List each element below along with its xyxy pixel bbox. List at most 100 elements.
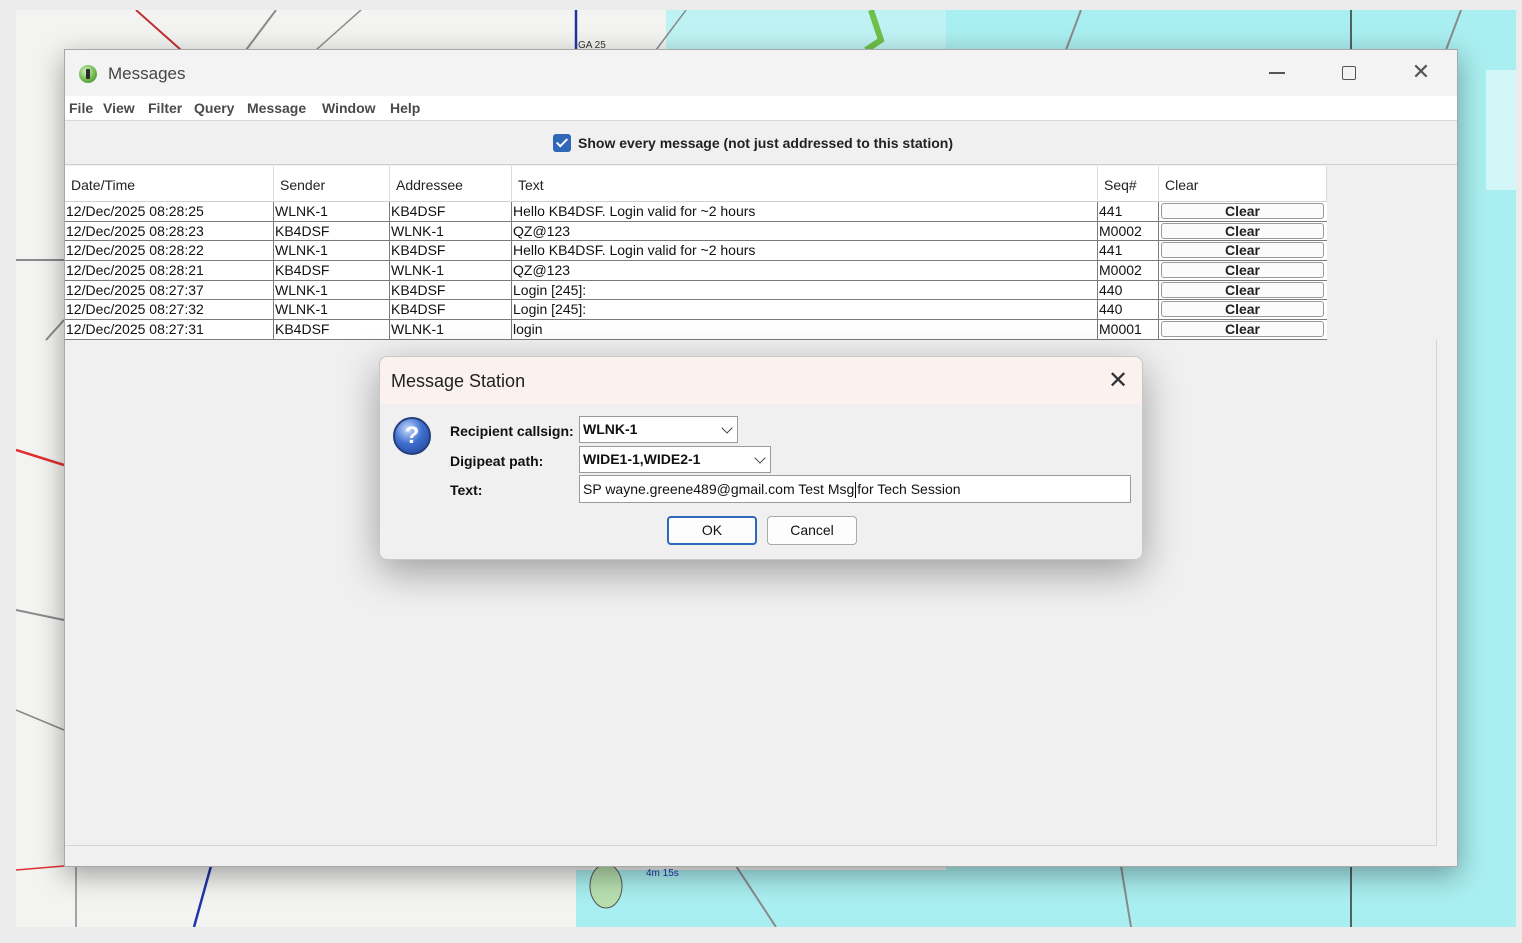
map-road-north-1	[245, 10, 277, 51]
map-label-time: 4m 15s	[646, 868, 679, 879]
minimize-icon	[1269, 72, 1285, 74]
cell-datetime: 12/Dec/2025 08:27:37	[65, 280, 274, 300]
header-addressee[interactable]: Addressee	[390, 166, 512, 202]
message-text-after-caret: for Tech Session	[857, 481, 961, 497]
menu-message[interactable]: Message	[247, 100, 306, 116]
cell-addressee: KB4DSF	[390, 202, 512, 221]
maximize-icon	[1342, 66, 1356, 80]
table-row[interactable]: 12/Dec/2025 08:28:21 KB4DSF WLNK-1 QZ@123 M0…	[65, 261, 1327, 281]
title-bar[interactable]: Messages ✕	[65, 50, 1457, 96]
clear-button[interactable]: Clear	[1161, 301, 1324, 318]
chevron-down-icon	[754, 452, 766, 464]
cell-datetime: 12/Dec/2025 08:27:31	[65, 320, 274, 340]
cell-seq: 440	[1098, 300, 1159, 320]
cell-sender: KB4DSF	[274, 261, 390, 281]
cell-addressee: WLNK-1	[390, 320, 512, 340]
recipient-callsign-combo[interactable]: WLNK-1	[579, 416, 738, 443]
table-header: Date/Time Sender Addressee Text Seq# Cle…	[65, 166, 1327, 202]
clear-button[interactable]: Clear	[1161, 222, 1324, 239]
cell-seq: 441	[1098, 241, 1159, 261]
menu-window[interactable]: Window	[322, 100, 376, 116]
cell-text: Login [245]:	[512, 300, 1098, 320]
table-row[interactable]: 12/Dec/2025 08:28:23 KB4DSF WLNK-1 QZ@123 M0…	[65, 221, 1327, 242]
cell-sender: KB4DSF	[274, 320, 390, 340]
digipeat-path-value: WIDE1-1,WIDE2-1	[583, 451, 701, 467]
cell-seq: M0001	[1098, 320, 1159, 340]
message-text-input[interactable]: SP wayne.greene489@gmail.com Test Msg for…	[579, 475, 1131, 503]
header-text[interactable]: Text	[512, 166, 1098, 202]
cell-seq: M0002	[1098, 221, 1159, 241]
map-road-west-3	[16, 609, 65, 621]
cell-sender: WLNK-1	[274, 241, 390, 261]
menu-query[interactable]: Query	[194, 100, 234, 116]
window-title: Messages	[108, 64, 186, 83]
cell-addressee: WLNK-1	[390, 221, 512, 241]
dialog-close-button[interactable]: ✕	[1102, 365, 1134, 395]
header-datetime[interactable]: Date/Time	[65, 166, 274, 202]
dialog-title-bar[interactable]: Message Station ✕	[380, 357, 1142, 404]
show-every-label[interactable]: Show every message (not just addressed t…	[578, 135, 953, 151]
cell-datetime: 12/Dec/2025 08:28:23	[65, 221, 274, 241]
menu-help[interactable]: Help	[390, 100, 420, 116]
map-road-red-north	[135, 10, 182, 51]
clear-button[interactable]: Clear	[1161, 321, 1324, 338]
cell-seq: 441	[1098, 202, 1159, 221]
digipeat-path-combo[interactable]: WIDE1-1,WIDE2-1	[579, 446, 771, 473]
table-row[interactable]: 12/Dec/2025 08:27:37 WLNK-1 KB4DSF Login [2…	[65, 280, 1327, 301]
chevron-down-icon	[721, 422, 733, 434]
maximize-button[interactable]	[1326, 58, 1372, 88]
app-icon	[79, 65, 97, 83]
cell-sender: WLNK-1	[274, 280, 390, 300]
message-station-dialog: Message Station ✕ ? Recipient callsign: …	[379, 356, 1143, 560]
table-body: 12/Dec/2025 08:28:25 WLNK-1 KB4DSF Hello KB…	[65, 202, 1327, 341]
cancel-button[interactable]: Cancel	[767, 516, 857, 545]
cell-seq: 440	[1098, 280, 1159, 300]
show-every-checkbox[interactable]	[553, 134, 571, 152]
map-water-south	[576, 870, 946, 927]
clear-button[interactable]: Clear	[1161, 281, 1324, 298]
cell-text: Hello KB4DSF. Login valid for ~2 hours	[512, 202, 1098, 221]
menu-view[interactable]: View	[103, 100, 135, 116]
cell-sender: WLNK-1	[274, 202, 390, 221]
cell-addressee: KB4DSF	[390, 300, 512, 320]
map-island	[589, 863, 623, 909]
table-row[interactable]: 12/Dec/2025 08:28:22 WLNK-1 KB4DSF Hello KB…	[65, 241, 1327, 262]
close-icon: ✕	[1411, 60, 1431, 85]
close-icon: ✕	[1107, 366, 1129, 394]
cell-datetime: 12/Dec/2025 08:28:22	[65, 241, 274, 261]
menu-filter[interactable]: Filter	[148, 100, 182, 116]
menu-bar: File View Filter Query Message Window He…	[65, 96, 1457, 120]
cell-datetime: 12/Dec/2025 08:28:21	[65, 261, 274, 281]
recipient-callsign-value: WLNK-1	[583, 421, 638, 437]
ok-button[interactable]: OK	[667, 516, 757, 545]
table-row[interactable]: 12/Dec/2025 08:28:25 WLNK-1 KB4DSF Hello KB…	[65, 202, 1327, 222]
clear-button[interactable]: Clear	[1161, 262, 1324, 279]
cell-text: Login [245]:	[512, 280, 1098, 300]
map-highway-west	[16, 448, 65, 467]
filter-bar: Show every message (not just addressed t…	[65, 120, 1457, 165]
cell-text: QZ@123	[512, 221, 1098, 241]
recipient-callsign-label: Recipient callsign:	[450, 423, 574, 439]
cell-seq: M0002	[1098, 261, 1159, 281]
header-seq[interactable]: Seq#	[1098, 166, 1159, 202]
clear-button[interactable]: Clear	[1161, 203, 1324, 219]
question-icon: ?	[393, 417, 431, 455]
map-route-south	[192, 865, 213, 927]
clear-button[interactable]: Clear	[1161, 242, 1324, 259]
table-row[interactable]: 12/Dec/2025 08:27:31 KB4DSF WLNK-1 login M00…	[65, 320, 1327, 340]
message-text-before-caret: SP wayne.greene489@gmail.com Test Msg	[583, 481, 855, 497]
map-water-highlight	[1486, 70, 1516, 190]
table-row[interactable]: 12/Dec/2025 08:27:32 WLNK-1 KB4DSF Login [2…	[65, 300, 1327, 321]
map-road-west-2	[45, 319, 65, 341]
cell-addressee: KB4DSF	[390, 280, 512, 300]
header-sender[interactable]: Sender	[274, 166, 390, 202]
header-clear[interactable]: Clear	[1159, 166, 1327, 202]
cell-datetime: 12/Dec/2025 08:27:32	[65, 300, 274, 320]
cell-text: login	[512, 320, 1098, 340]
close-button[interactable]: ✕	[1398, 58, 1444, 88]
cell-text: Hello KB4DSF. Login valid for ~2 hours	[512, 241, 1098, 261]
digipeat-path-label: Digipeat path:	[450, 453, 544, 469]
menu-file[interactable]: File	[69, 100, 93, 116]
map-water-north	[666, 10, 946, 50]
minimize-button[interactable]	[1254, 58, 1300, 88]
